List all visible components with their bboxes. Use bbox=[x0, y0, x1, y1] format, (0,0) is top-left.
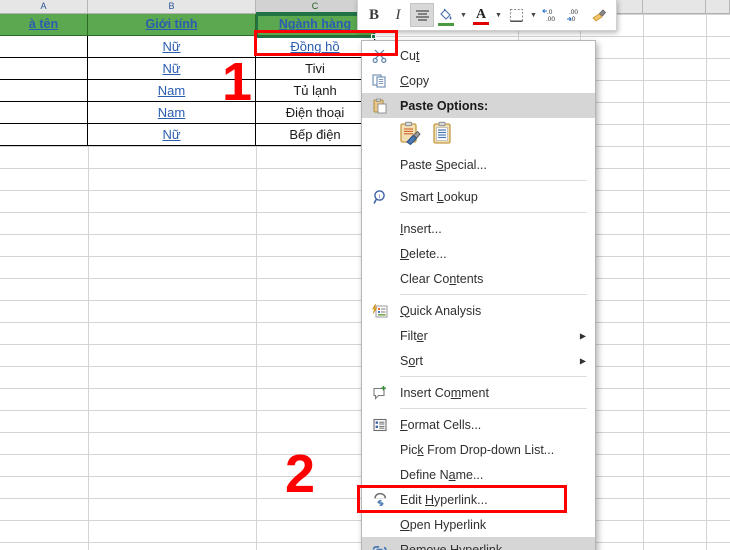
menu-item-label: Clear Contents bbox=[400, 271, 484, 286]
menu-item-sort[interactable]: Sort ▶ bbox=[362, 348, 595, 373]
comment-icon bbox=[370, 384, 390, 402]
menu-item-delete[interactable]: Delete... bbox=[362, 241, 595, 266]
step-2-marker: 2 bbox=[285, 444, 316, 504]
menu-item-label: Filter bbox=[400, 328, 428, 343]
menu-item-paste-special[interactable]: Paste Special... bbox=[362, 152, 595, 177]
menu-item-label: Cut bbox=[400, 48, 420, 63]
table-cell[interactable]: Tivi bbox=[256, 58, 375, 80]
svg-text:.00: .00 bbox=[546, 16, 555, 23]
menu-item-open-hyperlink[interactable]: Open Hyperlink bbox=[362, 512, 595, 537]
excel-screenshot: ABCG à tênGiới tínhNgành hàngNữĐồng hồNữ… bbox=[0, 0, 730, 550]
menu-item-label: Format Cells... bbox=[400, 417, 482, 432]
column-header-A[interactable]: A bbox=[0, 0, 88, 14]
decrease-decimal-icon[interactable]: .0 .00 bbox=[539, 3, 563, 27]
menu-item-label: Define Name... bbox=[400, 467, 484, 482]
table-cell[interactable]: Đồng hồ bbox=[256, 36, 375, 58]
gridline-vertical bbox=[706, 14, 707, 550]
paste-options-buttons bbox=[362, 118, 595, 152]
table-cell[interactable] bbox=[0, 124, 88, 146]
format-cells-icon bbox=[370, 416, 390, 434]
step-1-marker: 1 bbox=[222, 52, 253, 112]
menu-item-remove-hyperlink[interactable]: Remove Hyperlink bbox=[362, 537, 595, 550]
table-cell[interactable] bbox=[0, 36, 88, 58]
gridline-vertical bbox=[643, 14, 644, 550]
menu-item-label: Sort bbox=[400, 353, 423, 368]
bold-button[interactable]: B bbox=[362, 3, 386, 27]
menu-item-label: Edit Hyperlink... bbox=[400, 492, 488, 507]
menu-separator bbox=[400, 294, 587, 295]
column-header-col6[interactable] bbox=[643, 0, 706, 14]
menu-item-label: Smart Lookup bbox=[400, 189, 478, 204]
table-header-cell[interactable]: Giới tính bbox=[88, 14, 256, 36]
borders-chevron-down-icon[interactable]: ▼ bbox=[528, 3, 539, 27]
menu-item-cut[interactable]: Cut bbox=[362, 43, 595, 68]
menu-item-smart-lookup[interactable]: i Smart Lookup bbox=[362, 184, 595, 209]
edit-hyperlink-icon bbox=[370, 491, 390, 509]
svg-text:.0: .0 bbox=[547, 9, 553, 16]
menu-item-define-name[interactable]: Define Name... bbox=[362, 462, 595, 487]
menu-item-label: Copy bbox=[400, 73, 430, 88]
menu-item-quick-analysis[interactable]: Quick Analysis bbox=[362, 298, 595, 323]
menu-item-label: Paste Special... bbox=[400, 157, 487, 172]
svg-text:i: i bbox=[379, 193, 381, 200]
fill-color-swatch bbox=[438, 23, 454, 26]
menu-item-label: Paste Options: bbox=[400, 98, 489, 113]
magnifier-info-icon: i bbox=[370, 188, 390, 206]
menu-item-label: Quick Analysis bbox=[400, 303, 482, 318]
svg-text:.00: .00 bbox=[569, 9, 578, 16]
menu-item-label: Insert... bbox=[400, 221, 442, 236]
menu-item-label: Delete... bbox=[400, 246, 447, 261]
table-cell[interactable]: Bếp điện bbox=[256, 124, 375, 146]
scissors-icon bbox=[370, 47, 390, 65]
table-cell[interactable]: Tủ lạnh bbox=[256, 80, 375, 102]
font-color-icon[interactable]: A bbox=[469, 3, 493, 27]
increase-decimal-icon[interactable]: .00 .0 bbox=[563, 3, 587, 27]
menu-item-label: Insert Comment bbox=[400, 385, 489, 400]
borders-icon[interactable] bbox=[504, 3, 528, 27]
remove-hyperlink-icon bbox=[370, 541, 390, 550]
format-painter-icon[interactable] bbox=[587, 3, 611, 27]
column-header-B[interactable]: B bbox=[88, 0, 256, 14]
mini-toolbar[interactable]: B I ▼ A ▼ ▼ .0 .00 .00 .0 bbox=[357, 0, 617, 31]
chevron-right-icon: ▶ bbox=[579, 356, 586, 365]
table-cell[interactable] bbox=[0, 58, 88, 80]
align-center-icon[interactable] bbox=[410, 3, 434, 27]
quick-analysis-icon bbox=[370, 302, 390, 320]
column-header-col7[interactable] bbox=[706, 0, 730, 14]
paste-icon bbox=[370, 97, 390, 115]
copy-icon bbox=[370, 72, 390, 90]
menu-item-insert-comment[interactable]: Insert Comment bbox=[362, 380, 595, 405]
menu-separator bbox=[400, 212, 587, 213]
menu-item-label: Pick From Drop-down List... bbox=[400, 442, 555, 457]
clipboard-lines-icon[interactable] bbox=[430, 121, 454, 150]
menu-separator bbox=[400, 376, 587, 377]
menu-item-clear-contents[interactable]: Clear Contents bbox=[362, 266, 595, 291]
menu-item-insert[interactable]: Insert... bbox=[362, 216, 595, 241]
font-color-chevron-down-icon[interactable]: ▼ bbox=[493, 3, 504, 27]
font-color-swatch bbox=[473, 22, 489, 25]
clipboard-brush-icon[interactable] bbox=[398, 121, 422, 150]
menu-separator bbox=[400, 180, 587, 181]
table-cell[interactable]: Điện thoại bbox=[256, 102, 375, 124]
menu-item-format-cells[interactable]: Format Cells... bbox=[362, 412, 595, 437]
italic-button[interactable]: I bbox=[386, 3, 410, 27]
table-header-cell[interactable]: à tên bbox=[0, 14, 88, 36]
table-cell[interactable]: Nữ bbox=[88, 124, 256, 146]
fill-handle[interactable] bbox=[371, 34, 376, 39]
menu-item-label: Remove Hyperlink bbox=[400, 542, 503, 550]
menu-separator bbox=[400, 408, 587, 409]
fill-color-chevron-down-icon[interactable]: ▼ bbox=[458, 3, 469, 27]
chevron-right-icon: ▶ bbox=[579, 331, 586, 340]
menu-item-filter[interactable]: Filter ▶ bbox=[362, 323, 595, 348]
menu-item-pick-list[interactable]: Pick From Drop-down List... bbox=[362, 437, 595, 462]
menu-item-edit-hyperlink[interactable]: Edit Hyperlink... bbox=[362, 487, 595, 512]
menu-item-label: Open Hyperlink bbox=[400, 517, 487, 532]
table-cell[interactable] bbox=[0, 80, 88, 102]
menu-item-copy[interactable]: Copy bbox=[362, 68, 595, 93]
table-cell[interactable] bbox=[0, 102, 88, 124]
fill-color-icon[interactable] bbox=[434, 3, 458, 27]
menu-item-paste-options: Paste Options: bbox=[362, 93, 595, 118]
context-menu[interactable]: Cut Copy Paste Options: Paste Special... i Sm… bbox=[361, 40, 596, 550]
